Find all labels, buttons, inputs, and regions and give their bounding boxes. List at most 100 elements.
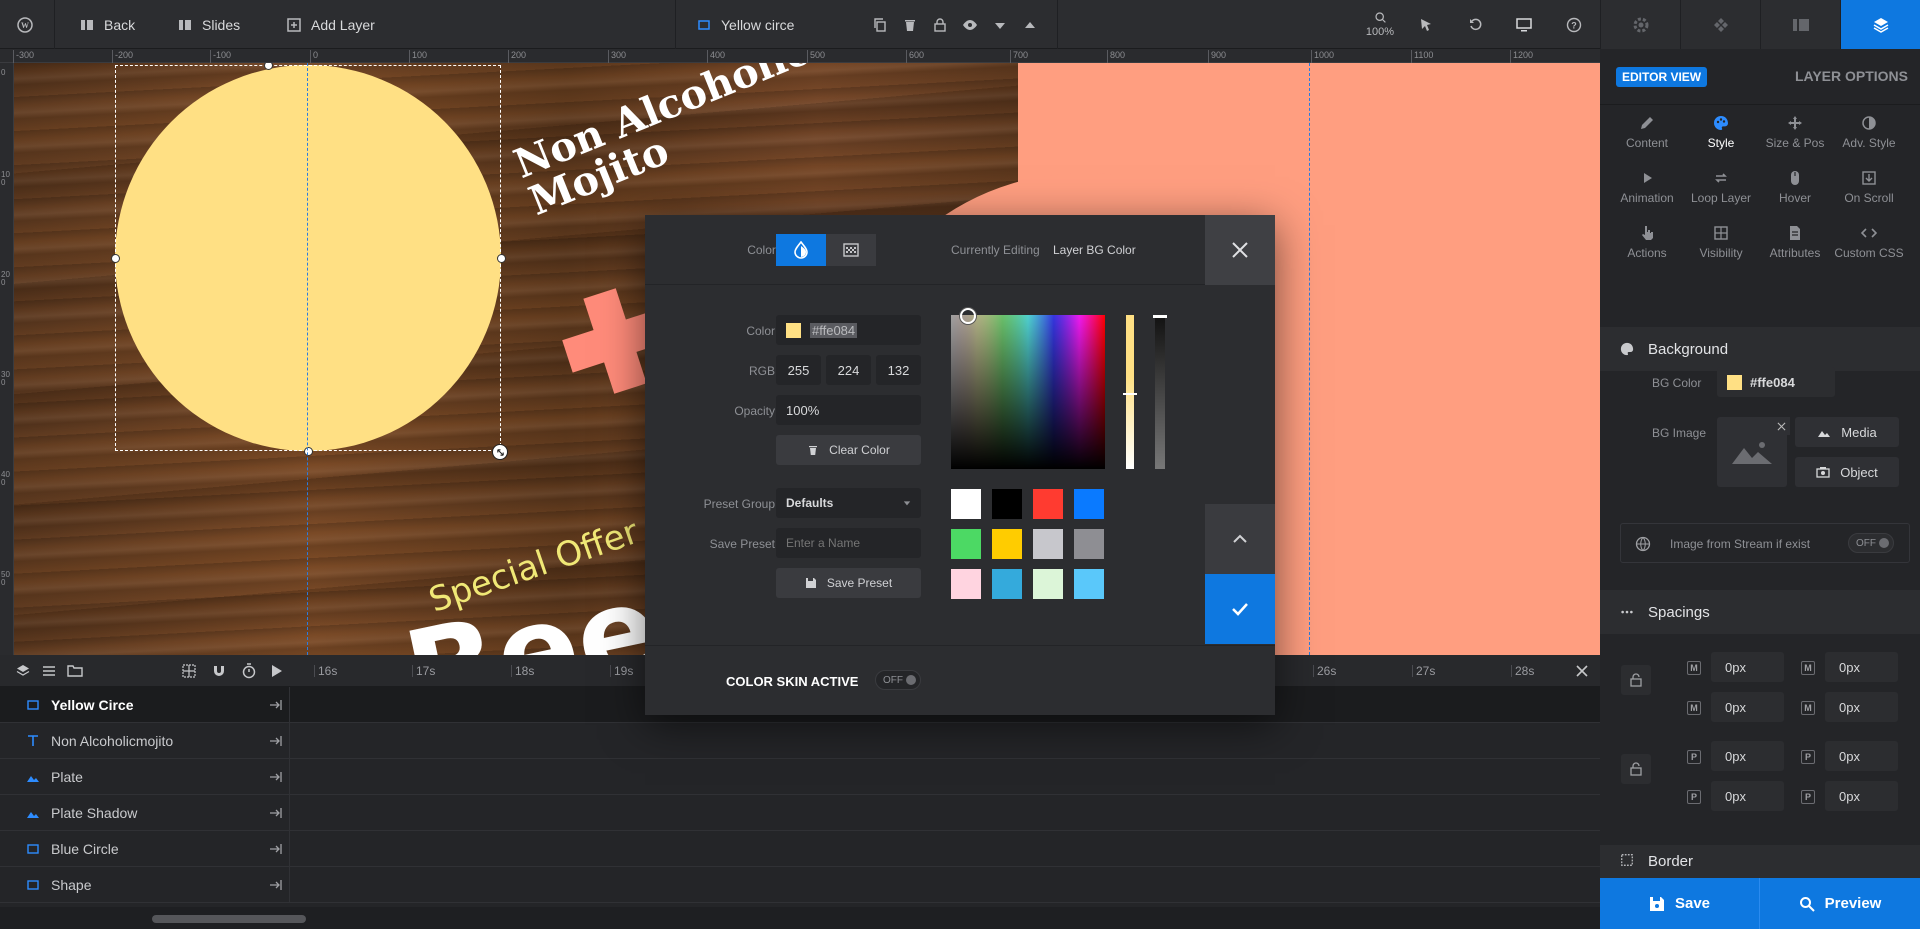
preview-button[interactable]: Preview	[1760, 878, 1920, 929]
border-section-header[interactable]: Border	[1600, 845, 1920, 879]
color-swatch[interactable]	[1074, 569, 1104, 599]
timer-icon[interactable]	[237, 655, 261, 687]
background-section-header[interactable]: Background	[1600, 327, 1920, 371]
hue-slider-handle[interactable]	[1123, 393, 1137, 395]
save-button[interactable]: Save	[1600, 878, 1760, 929]
tab-adv-style[interactable]: Adv. Style	[1832, 115, 1906, 165]
jump-to-icon[interactable]	[268, 770, 284, 784]
color-swatch[interactable]	[951, 529, 981, 559]
jump-to-icon[interactable]	[268, 878, 284, 892]
arrow-up-icon[interactable]	[1017, 0, 1043, 49]
collapse-up-button[interactable]	[1205, 504, 1275, 574]
padding-left-input[interactable]: 0px	[1825, 781, 1898, 811]
delete-icon[interactable]	[897, 0, 923, 49]
layer-row[interactable]: Non Alcoholicmojito	[0, 723, 1600, 759]
color-swatch[interactable]	[992, 569, 1022, 599]
timeline-scrollbar[interactable]	[152, 915, 306, 923]
preset-group-select[interactable]: Defaults	[776, 488, 921, 518]
lock-icon[interactable]	[927, 0, 953, 49]
padding-right-input[interactable]: 0px	[1825, 741, 1898, 771]
object-button[interactable]: Object	[1795, 457, 1899, 487]
wordpress-logo-icon[interactable]: W	[12, 0, 38, 49]
tab-animation[interactable]: Animation	[1610, 170, 1684, 220]
color-swatch[interactable]	[951, 489, 981, 519]
layer-row[interactable]: Plate	[0, 759, 1600, 795]
green-input[interactable]: 224	[826, 355, 871, 385]
color-swatch[interactable]	[992, 529, 1022, 559]
margin-top-input[interactable]: 0px	[1711, 652, 1784, 682]
apply-color-button[interactable]	[1205, 574, 1275, 644]
grid-snap-icon[interactable]	[177, 655, 201, 687]
list-icon[interactable]	[37, 655, 61, 687]
left-handle[interactable]	[111, 254, 120, 263]
add-layer-button[interactable]: Add Layer	[287, 0, 375, 49]
close-dialog-button[interactable]	[1205, 215, 1275, 285]
color-skin-toggle[interactable]: OFF	[875, 670, 921, 690]
jump-to-icon[interactable]	[268, 734, 284, 748]
bg-image-remove-icon[interactable]	[1772, 417, 1790, 435]
tab-style[interactable]: Style	[1684, 115, 1758, 165]
layer-row[interactable]: Blue Circle	[0, 831, 1600, 867]
tab-attributes[interactable]: Attributes	[1758, 225, 1832, 275]
bottom-handle[interactable]	[304, 447, 313, 456]
help-icon[interactable]: ?	[1561, 0, 1587, 49]
layer-row[interactable]: Plate Shadow	[0, 795, 1600, 831]
layers-tab[interactable]	[1840, 0, 1920, 49]
margin-bottom-input[interactable]: 0px	[1711, 692, 1784, 722]
jump-to-icon[interactable]	[268, 698, 284, 712]
layers-icon[interactable]	[11, 655, 35, 687]
close-timeline-icon[interactable]	[1570, 655, 1594, 687]
hue-slider[interactable]	[1123, 315, 1137, 469]
preset-name-input[interactable]	[776, 528, 921, 558]
editor-view-badge[interactable]: EDITOR VIEW	[1616, 67, 1708, 87]
picker-selector[interactable]	[960, 308, 976, 324]
color-swatch[interactable]	[951, 569, 981, 599]
color-swatch[interactable]	[1074, 529, 1104, 559]
arrow-down-icon[interactable]	[987, 0, 1013, 49]
red-input[interactable]: 255	[776, 355, 821, 385]
zoom-control[interactable]: 100%	[1362, 0, 1398, 49]
current-layer-name[interactable]: Yellow circe	[697, 0, 794, 49]
desktop-view-icon[interactable]	[1511, 0, 1537, 49]
back-button[interactable]: Back	[80, 0, 135, 49]
margin-left-input[interactable]: 0px	[1825, 692, 1898, 722]
jump-to-icon[interactable]	[268, 806, 284, 820]
bg-color-field[interactable]: #ffe084	[1717, 367, 1835, 397]
padding-top-input[interactable]: 0px	[1711, 741, 1784, 771]
jump-to-icon[interactable]	[268, 842, 284, 856]
media-button[interactable]: Media	[1795, 417, 1899, 447]
undo-icon[interactable]	[1463, 0, 1489, 49]
tab-loop-layer[interactable]: Loop Layer	[1684, 170, 1758, 220]
clear-color-button[interactable]: Clear Color	[776, 435, 921, 465]
settings-gear-tab[interactable]	[1600, 0, 1680, 49]
play-icon[interactable]	[264, 655, 288, 687]
color-swatch[interactable]	[1033, 529, 1063, 559]
tab-custom-css[interactable]: Custom CSS	[1832, 225, 1906, 275]
stream-toggle[interactable]: OFF	[1848, 533, 1894, 553]
duplicate-icon[interactable]	[867, 0, 893, 49]
right-handle[interactable]	[497, 254, 506, 263]
alpha-slider[interactable]	[1153, 315, 1167, 469]
hex-color-input[interactable]: #ffe084	[776, 315, 921, 345]
color-swatch[interactable]	[1074, 489, 1104, 519]
saturation-brightness-picker[interactable]	[951, 308, 1105, 469]
pointer-icon[interactable]	[1413, 0, 1439, 49]
visibility-eye-icon[interactable]	[957, 0, 983, 49]
save-preset-button[interactable]: Save Preset	[776, 568, 921, 598]
opacity-input[interactable]: 100%	[776, 395, 921, 425]
tab-hover[interactable]: Hover	[1758, 170, 1832, 220]
margin-lock-button[interactable]	[1621, 665, 1651, 695]
color-swatch[interactable]	[992, 489, 1022, 519]
color-swatch[interactable]	[1033, 489, 1063, 519]
solid-color-type-button[interactable]	[776, 234, 826, 266]
color-swatch[interactable]	[1033, 569, 1063, 599]
slides-tab[interactable]	[1760, 0, 1840, 49]
navigation-tab[interactable]	[1680, 0, 1760, 49]
folder-icon[interactable]	[63, 655, 87, 687]
padding-lock-button[interactable]	[1621, 754, 1651, 784]
margin-right-input[interactable]: 0px	[1825, 652, 1898, 682]
tab-content[interactable]: Content	[1610, 115, 1684, 165]
tab-actions[interactable]: Actions	[1610, 225, 1684, 275]
blue-input[interactable]: 132	[876, 355, 921, 385]
slides-button[interactable]: Slides	[178, 0, 240, 49]
